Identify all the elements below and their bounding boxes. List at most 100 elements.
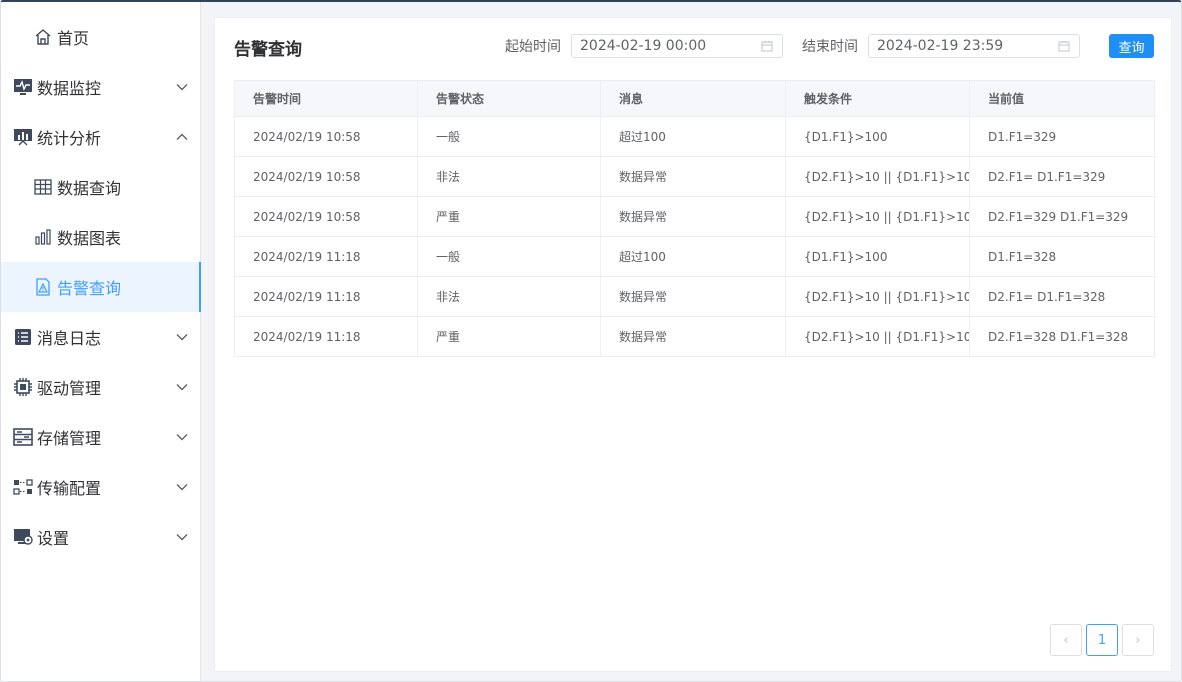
cell-trigger: {D2.F1}>10 || {D1.F1}>10 bbox=[785, 196, 970, 237]
chevron-down-icon bbox=[176, 434, 188, 441]
sidebar-item-data-query[interactable]: 数据查询 bbox=[1, 162, 201, 212]
chip-icon bbox=[13, 377, 33, 397]
presentation-chart-icon bbox=[13, 127, 33, 147]
sidebar-item-msg-log[interactable]: 消息日志 bbox=[1, 312, 201, 362]
sidebar: 首页 数据监控 统计分析 数据查询 数据图表 告警查询 消息日志 驱动管理 存储… bbox=[1, 2, 201, 681]
sidebar-item-label: 数据查询 bbox=[57, 179, 122, 198]
cell-trigger: {D2.F1}>10 || {D1.F1}>10 bbox=[785, 276, 970, 317]
sidebar-item-data-chart[interactable]: 数据图表 bbox=[1, 212, 201, 262]
cell-message: 数据异常 bbox=[600, 196, 786, 237]
sidebar-item-label: 消息日志 bbox=[37, 329, 102, 348]
start-time-label: 起始时间 bbox=[505, 39, 561, 55]
sidebar-item-label: 传输配置 bbox=[37, 479, 102, 498]
alarm-document-icon bbox=[33, 277, 53, 297]
cell-alarm-status: 非法 bbox=[417, 276, 601, 317]
sidebar-item-driver-mgmt[interactable]: 驱动管理 bbox=[1, 362, 201, 412]
sidebar-item-transfer-config[interactable]: 传输配置 bbox=[1, 462, 201, 512]
bar-chart-icon bbox=[33, 227, 53, 247]
cell-alarm-status: 一般 bbox=[417, 116, 601, 157]
cell-current-value: D1.F1=329 bbox=[969, 116, 1155, 157]
app-frame: 首页 数据监控 统计分析 数据查询 数据图表 告警查询 消息日志 驱动管理 存储… bbox=[0, 0, 1182, 682]
col-header-message: 消息 bbox=[600, 80, 786, 117]
table-icon bbox=[33, 177, 53, 197]
monitor-icon bbox=[13, 77, 33, 97]
cell-alarm-status: 严重 bbox=[417, 196, 601, 237]
query-button[interactable]: 查询 bbox=[1109, 34, 1154, 58]
cell-message: 数据异常 bbox=[600, 276, 786, 317]
cell-trigger: {D1.F1}>100 bbox=[785, 116, 970, 157]
table-row[interactable]: 2024/02/19 11:18 非法 数据异常 {D2.F1}>10 || {… bbox=[234, 276, 1155, 317]
end-time-value: 2024-02-19 23:59 bbox=[877, 38, 1004, 54]
chevron-up-icon bbox=[176, 133, 188, 140]
table-row[interactable]: 2024/02/19 10:58 一般 超过100 {D1.F1}>100 D1… bbox=[234, 116, 1155, 157]
cell-alarm-status: 严重 bbox=[417, 316, 601, 357]
monitor-settings-icon bbox=[13, 527, 33, 547]
cell-current-value: D2.F1= D1.F1=328 bbox=[969, 276, 1155, 317]
chevron-left-icon: ‹ bbox=[1063, 632, 1069, 648]
cell-message: 超过100 bbox=[600, 236, 786, 277]
cell-alarm-time: 2024/02/19 11:18 bbox=[234, 236, 418, 277]
sidebar-item-label: 驱动管理 bbox=[37, 379, 102, 398]
cell-message: 数据异常 bbox=[600, 316, 786, 357]
cell-message: 数据异常 bbox=[600, 156, 786, 197]
end-time-label: 结束时间 bbox=[802, 39, 858, 55]
table-row[interactable]: 2024/02/19 10:58 非法 数据异常 {D2.F1}>10 || {… bbox=[234, 156, 1155, 197]
cell-alarm-status: 非法 bbox=[417, 156, 601, 197]
end-time-input[interactable]: 2024-02-19 23:59 bbox=[868, 34, 1080, 58]
start-time-value: 2024-02-19 00:00 bbox=[580, 38, 707, 54]
table-row[interactable]: 2024/02/19 10:58 严重 数据异常 {D2.F1}>10 || {… bbox=[234, 196, 1155, 237]
table-row[interactable]: 2024/02/19 11:18 严重 数据异常 {D2.F1}>10 || {… bbox=[234, 316, 1155, 357]
sidebar-item-label: 数据图表 bbox=[57, 229, 122, 248]
chevron-down-icon bbox=[176, 84, 188, 91]
sidebar-item-stat-analysis[interactable]: 统计分析 bbox=[1, 112, 201, 162]
sidebar-item-label: 数据监控 bbox=[37, 79, 102, 98]
sidebar-item-settings[interactable]: 设置 bbox=[1, 512, 201, 562]
col-header-trigger: 触发条件 bbox=[785, 80, 970, 117]
calendar-icon bbox=[1058, 41, 1070, 52]
cell-current-value: D2.F1= D1.F1=329 bbox=[969, 156, 1155, 197]
col-header-alarm-status: 告警状态 bbox=[417, 80, 601, 117]
table-row[interactable]: 2024/02/19 11:18 一般 超过100 {D1.F1}>100 D1… bbox=[234, 236, 1155, 277]
cell-alarm-status: 一般 bbox=[417, 236, 601, 277]
cell-alarm-time: 2024/02/19 10:58 bbox=[234, 196, 418, 237]
sidebar-item-label: 告警查询 bbox=[57, 279, 122, 298]
cell-message: 超过100 bbox=[600, 116, 786, 157]
sidebar-item-label: 统计分析 bbox=[37, 129, 102, 148]
chevron-down-icon bbox=[176, 384, 188, 391]
chevron-down-icon bbox=[176, 484, 188, 491]
cell-current-value: D2.F1=328 D1.F1=328 bbox=[969, 316, 1155, 357]
sidebar-item-label: 首页 bbox=[57, 29, 90, 48]
cell-alarm-time: 2024/02/19 10:58 bbox=[234, 156, 418, 197]
main-card: 告警查询 起始时间 2024-02-19 00:00 结束时间 2024-02-… bbox=[214, 17, 1172, 672]
table-header-row: 告警时间 告警状态 消息 触发条件 当前值 bbox=[234, 80, 1155, 117]
col-header-alarm-time: 告警时间 bbox=[234, 80, 418, 117]
cell-alarm-time: 2024/02/19 10:58 bbox=[234, 116, 418, 157]
sidebar-item-label: 设置 bbox=[37, 529, 70, 548]
cell-trigger: {D2.F1}>10 || {D1.F1}>10 bbox=[785, 316, 970, 357]
cell-current-value: D1.F1=328 bbox=[969, 236, 1155, 277]
storage-icon bbox=[13, 427, 33, 447]
col-header-current-value: 当前值 bbox=[969, 80, 1155, 117]
cell-trigger: {D2.F1}>10 || {D1.F1}>10 bbox=[785, 156, 970, 197]
cell-alarm-time: 2024/02/19 11:18 bbox=[234, 316, 418, 357]
alarm-table: 告警时间 告警状态 消息 触发条件 当前值 2024/02/19 10:58 一… bbox=[234, 80, 1155, 357]
pagination-next-button[interactable]: › bbox=[1122, 624, 1154, 656]
chevron-down-icon bbox=[176, 334, 188, 341]
sidebar-item-storage-mgmt[interactable]: 存储管理 bbox=[1, 412, 201, 462]
page-title: 告警查询 bbox=[234, 40, 302, 60]
list-icon bbox=[13, 327, 33, 347]
chevron-right-icon: › bbox=[1135, 632, 1141, 648]
network-icon bbox=[13, 477, 33, 497]
pagination-prev-button[interactable]: ‹ bbox=[1050, 624, 1082, 656]
cell-current-value: D2.F1=329 D1.F1=329 bbox=[969, 196, 1155, 237]
calendar-icon bbox=[761, 41, 773, 52]
sidebar-item-data-monitor[interactable]: 数据监控 bbox=[1, 62, 201, 112]
sidebar-item-home[interactable]: 首页 bbox=[1, 12, 201, 62]
start-time-input[interactable]: 2024-02-19 00:00 bbox=[571, 34, 783, 58]
cell-alarm-time: 2024/02/19 11:18 bbox=[234, 276, 418, 317]
cell-trigger: {D1.F1}>100 bbox=[785, 236, 970, 277]
chevron-down-icon bbox=[176, 534, 188, 541]
sidebar-item-label: 存储管理 bbox=[37, 429, 102, 448]
sidebar-item-alarm-query[interactable]: 告警查询 bbox=[1, 262, 201, 312]
pagination-page-1[interactable]: 1 bbox=[1086, 624, 1118, 656]
